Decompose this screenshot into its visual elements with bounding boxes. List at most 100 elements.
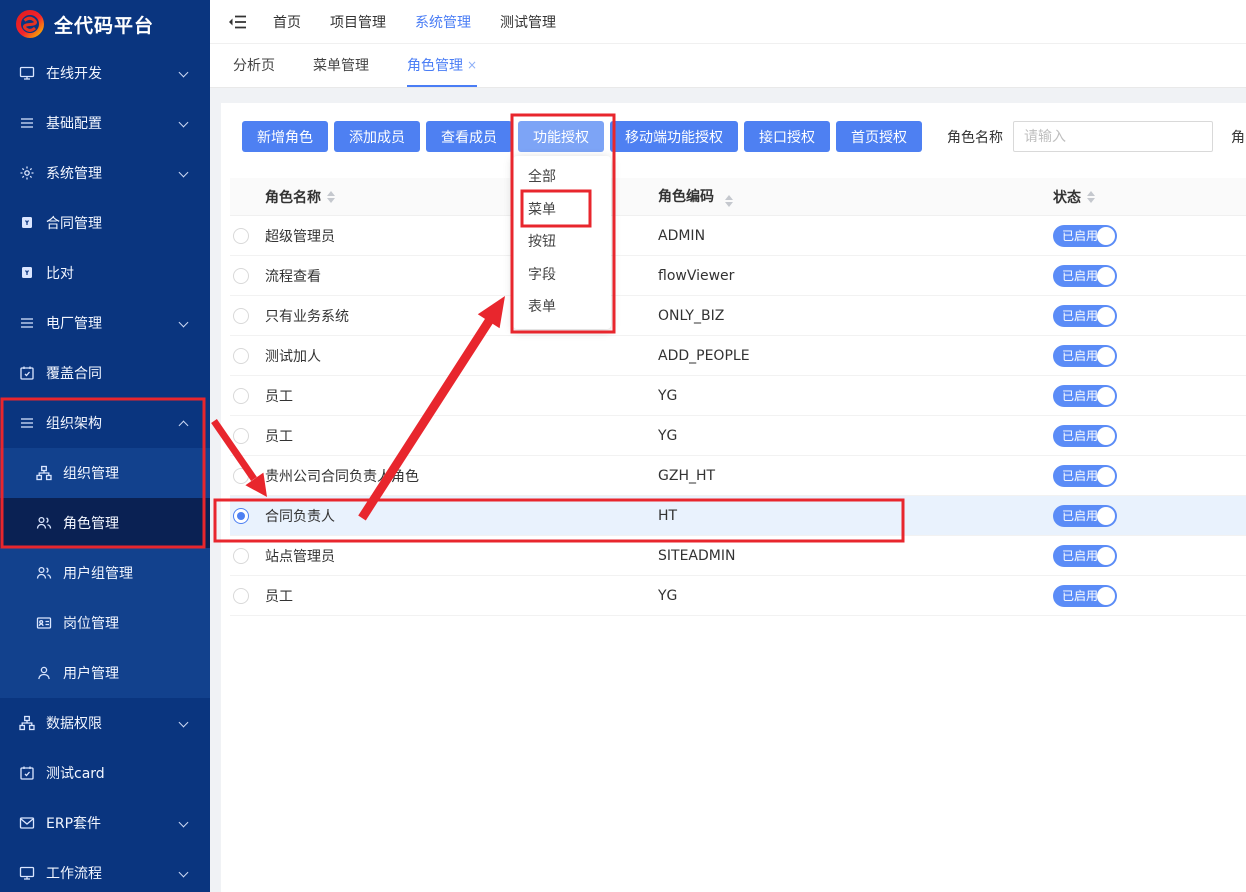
badge-icon <box>19 265 35 281</box>
status-toggle[interactable]: 已启用 <box>1053 505 1117 527</box>
row-radio[interactable] <box>233 588 249 604</box>
status-toggle[interactable]: 已启用 <box>1053 585 1117 607</box>
sidebar-item[interactable]: 比对 <box>0 248 210 298</box>
sidebar-item[interactable]: 用户管理 <box>0 648 210 698</box>
sidebar-item[interactable]: 电厂管理 <box>0 298 210 348</box>
status-toggle-label: 已启用 <box>1062 427 1098 444</box>
topnav-item[interactable]: 测试管理 <box>500 12 556 32</box>
sitemap-icon <box>19 715 35 731</box>
chevron-icon <box>179 318 189 328</box>
role-name-cell: 员工 <box>265 586 293 606</box>
status-toggle[interactable]: 已启用 <box>1053 345 1117 367</box>
chevron-icon <box>179 421 189 431</box>
page-tab[interactable]: 分析页 <box>233 44 279 87</box>
dropdown-item[interactable]: 菜单 <box>513 194 611 227</box>
row-radio[interactable] <box>233 508 249 524</box>
row-radio[interactable] <box>233 388 249 404</box>
sidebar-item-label: 用户组管理 <box>63 563 133 583</box>
table-row[interactable]: 合同负责人 HT 已启用 <box>230 496 1246 536</box>
page-tab[interactable]: 角色管理 × <box>407 44 477 87</box>
app-title: 全代码平台 <box>54 11 154 38</box>
sidebar-menu: 在线开发 基础配置 系统管理 合同管理 <box>0 48 210 892</box>
table-row[interactable]: 员工 YG 已启用 <box>230 416 1246 456</box>
table-row[interactable]: 只有业务系统 ONLY_BIZ 已启用 <box>230 296 1246 336</box>
role-name-cell: 员工 <box>265 426 293 446</box>
page-tab[interactable]: 菜单管理 <box>313 44 373 87</box>
row-radio[interactable] <box>233 308 249 324</box>
chevron-icon <box>179 718 189 728</box>
status-toggle-label: 已启用 <box>1062 307 1098 324</box>
table-row[interactable]: 贵州公司合同负责人角色 GZH_HT 已启用 <box>230 456 1246 496</box>
toolbar-button[interactable]: 添加成员 <box>334 121 420 152</box>
status-toggle-label: 已启用 <box>1062 547 1098 564</box>
toolbar-button[interactable]: 首页授权 <box>836 121 922 152</box>
toolbar-button[interactable]: 移动端功能授权 <box>610 121 738 152</box>
table-row[interactable]: 员工 YG 已启用 <box>230 376 1246 416</box>
table-row[interactable]: 员工 YG 已启用 <box>230 576 1246 616</box>
row-radio[interactable] <box>233 548 249 564</box>
dropdown-item[interactable]: 按钮 <box>513 226 611 259</box>
table-row[interactable]: 站点管理员 SITEADMIN 已启用 <box>230 536 1246 576</box>
topnav-item[interactable]: 系统管理 <box>415 12 471 32</box>
topnav-item[interactable]: 项目管理 <box>330 12 386 32</box>
status-toggle[interactable]: 已启用 <box>1053 465 1117 487</box>
sidebar-item[interactable]: 组织架构 <box>0 398 210 448</box>
topnav-items: 首页 项目管理 系统管理 测试管理 <box>273 12 585 32</box>
status-toggle[interactable]: 已启用 <box>1053 225 1117 247</box>
dropdown-item[interactable]: 表单 <box>513 291 611 324</box>
table-row[interactable]: 超级管理员 ADMIN 已启用 <box>230 216 1246 256</box>
sidebar-item[interactable]: 工作流程 <box>0 848 210 892</box>
header-role-code[interactable]: 角色编码 <box>658 186 1050 207</box>
sidebar-item-label: 覆盖合同 <box>46 363 102 383</box>
row-radio[interactable] <box>233 348 249 364</box>
toolbar-button[interactable]: 查看成员 <box>426 121 512 152</box>
sidebar-item[interactable]: 测试card <box>0 748 210 798</box>
status-toggle[interactable]: 已启用 <box>1053 545 1117 567</box>
topnav-item[interactable]: 首页 <box>273 12 301 32</box>
role-name-cell: 贵州公司合同负责人角色 <box>265 466 419 486</box>
status-toggle[interactable]: 已启用 <box>1053 305 1117 327</box>
role-name-cell: 超级管理员 <box>265 226 335 246</box>
people-icon <box>36 515 52 531</box>
sidebar-item-label: 组织架构 <box>46 413 102 433</box>
toggle-knob <box>1097 227 1115 245</box>
role-name-input[interactable] <box>1013 121 1213 152</box>
sidebar-item[interactable]: 组织管理 <box>0 448 210 498</box>
sidebar-item[interactable]: 合同管理 <box>0 198 210 248</box>
role-code-cell: YG <box>658 388 1050 404</box>
header-status[interactable]: 状态 <box>1050 187 1246 207</box>
sidebar-item[interactable]: ERP套件 <box>0 798 210 848</box>
menu-fold-icon[interactable] <box>228 14 247 30</box>
dropdown-item[interactable]: 字段 <box>513 259 611 292</box>
row-radio[interactable] <box>233 228 249 244</box>
dropdown-item[interactable]: 全部 <box>513 161 611 194</box>
sidebar-item[interactable]: 覆盖合同 <box>0 348 210 398</box>
sidebar-item[interactable]: 角色管理 <box>0 498 210 548</box>
row-radio[interactable] <box>233 428 249 444</box>
table-row[interactable]: 流程查看 flowViewer 已启用 <box>230 256 1246 296</box>
people-icon <box>36 565 52 581</box>
chevron-icon <box>179 68 189 78</box>
table-header-row: 角色名称 角色编码 状态 <box>230 178 1246 216</box>
sidebar-item[interactable]: 用户组管理 <box>0 548 210 598</box>
status-toggle[interactable]: 已启用 <box>1053 385 1117 407</box>
status-toggle[interactable]: 已启用 <box>1053 425 1117 447</box>
row-radio[interactable] <box>233 268 249 284</box>
sidebar-item-label: 测试card <box>46 763 105 783</box>
toolbar-button[interactable]: 功能授权 <box>518 121 604 152</box>
sidebar-item-label: 工作流程 <box>46 863 102 883</box>
row-radio[interactable] <box>233 468 249 484</box>
status-toggle[interactable]: 已启用 <box>1053 265 1117 287</box>
sidebar-item[interactable]: 数据权限 <box>0 698 210 748</box>
table-row[interactable]: 测试加人 ADD_PEOPLE 已启用 <box>230 336 1246 376</box>
tab-label: 角色管理 <box>407 55 463 75</box>
sidebar-item[interactable]: 岗位管理 <box>0 598 210 648</box>
content-wrapper: 新增角色 添加成员 查看成员 功能授权 移动端功能授权 接口授权 首页授权 <box>210 88 1246 892</box>
sidebar-item[interactable]: 基础配置 <box>0 98 210 148</box>
sidebar-item[interactable]: 系统管理 <box>0 148 210 198</box>
toolbar-button[interactable]: 新增角色 <box>242 121 328 152</box>
sidebar-item-label: 用户管理 <box>63 663 119 683</box>
toolbar-button[interactable]: 接口授权 <box>744 121 830 152</box>
tab-close-icon[interactable]: × <box>467 58 477 72</box>
sidebar-item[interactable]: 在线开发 <box>0 48 210 98</box>
